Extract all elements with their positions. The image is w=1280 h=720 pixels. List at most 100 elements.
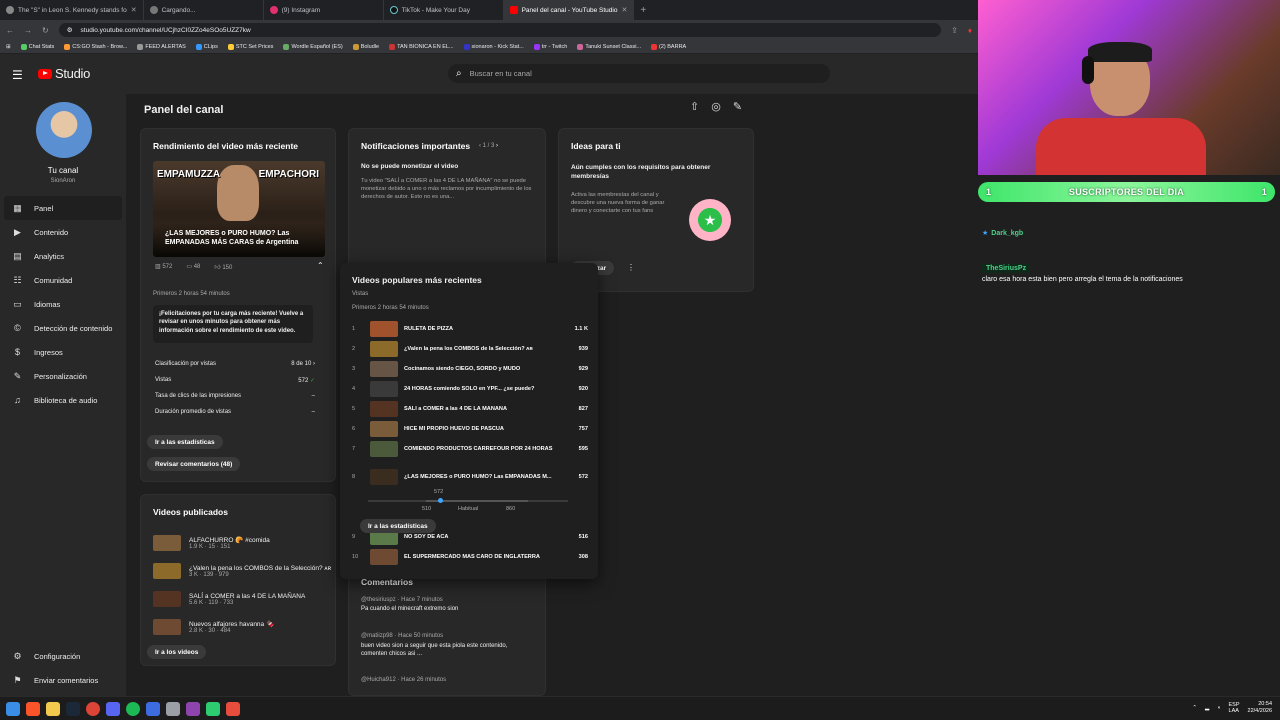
studio-logo[interactable]: Studio (38, 66, 90, 81)
discord-icon[interactable] (106, 701, 120, 716)
menu-icon[interactable]: ☰ (12, 68, 23, 82)
bookmark[interactable]: Boludle (352, 43, 379, 50)
popular-row[interactable]: 3 Cocinamos siendo CIEGO, SORDO y MUDO 929 (352, 359, 588, 379)
chevron-left-icon[interactable]: ‹ (479, 143, 481, 149)
language-indicator[interactable]: ESP LAA (1229, 702, 1240, 715)
go-to-videos-button[interactable]: Ir a los videos (147, 645, 207, 659)
chevron-up-icon[interactable]: ⌃ (317, 261, 324, 270)
bookmark[interactable]: Tanuki Sunset Classi... (577, 43, 641, 50)
volume-icon[interactable]: ◖ (1217, 705, 1220, 711)
close-tab-icon[interactable]: ✕ (621, 6, 627, 14)
sidebar-item-content-detection[interactable]: © Detección de contenido (4, 316, 122, 340)
browser-tab[interactable]: Cargando... (144, 0, 264, 20)
create-post-icon[interactable]: ✎ (733, 100, 742, 113)
bookmark[interactable]: sionaron - Kick Stat... (463, 43, 524, 50)
sidebar-item-audio-library[interactable]: ♫ Biblioteca de audio (4, 388, 122, 412)
windows-start-icon[interactable] (6, 701, 20, 716)
share-icon[interactable]: ⇪ (951, 26, 958, 35)
analytics-icon: ▤ (13, 250, 22, 261)
network-icon[interactable]: ▂ (1205, 705, 1209, 711)
bookmark[interactable]: trr - Twitch (533, 43, 567, 50)
browser-tab[interactable]: TikTok - Make Your Day (384, 0, 504, 20)
popular-row[interactable]: 1 RULETA DE PIZZA 1.1 K (352, 319, 588, 339)
bookmark[interactable]: Wordle Español (ES) (283, 43, 343, 50)
site-info-icon[interactable]: ⚙ (67, 26, 73, 34)
sidebar-item-earn[interactable]: $ Ingresos (4, 340, 122, 364)
published-video-row[interactable]: Nuevos alfajores havanna 🍫 2.8 K · 30 · 4… (153, 619, 274, 635)
app-icon[interactable] (226, 701, 240, 716)
extension-icon[interactable]: ♦ (968, 26, 972, 35)
back-icon[interactable]: ← (6, 26, 14, 35)
app-icon[interactable] (166, 701, 180, 716)
browser-tab[interactable]: The "S" in Leon S. Kennedy stands fo ✕ (0, 0, 144, 20)
sidebar-item-panel[interactable]: ▦ Panel (4, 196, 122, 220)
app-icon[interactable] (206, 701, 220, 716)
published-video-row[interactable]: ¿Valen la pena los COMBOS de la Selecció… (153, 563, 331, 579)
tab-favicon-icon (149, 6, 158, 14)
reload-icon[interactable]: ↻ (42, 26, 49, 35)
apps-icon[interactable]: ⊞ (6, 44, 11, 50)
sidebar-item-community[interactable]: ☷ Comunidad (4, 268, 122, 292)
video-thumbnail (370, 441, 398, 457)
sidebar-item-analytics[interactable]: ▤ Analytics (4, 244, 122, 268)
go-live-icon[interactable]: ◎ (711, 100, 721, 113)
go-to-analytics-button[interactable]: Ir a las estadísticas (147, 435, 223, 449)
spotify-icon[interactable] (126, 701, 140, 716)
subs-count-left: 1 (986, 187, 992, 197)
metric-rank[interactable]: Clasificación por vistas 8 de 10 › (155, 361, 315, 367)
popular-row[interactable]: 2 ¿Valen la pena los COMBOS de la Selecci… (352, 339, 588, 359)
new-tab-icon[interactable]: + (634, 0, 652, 20)
comment-row[interactable]: @thesiriuspz · Hace 7 minutos Pa cuando … (361, 597, 541, 612)
brave-icon[interactable] (26, 701, 40, 716)
check-circle-icon: ✓ (309, 378, 315, 384)
steam-icon[interactable] (66, 701, 80, 716)
channel-avatar[interactable] (36, 102, 92, 158)
latest-video-thumbnail[interactable]: EMPAMUZZA EMPACHORI ¿LAS MEJORES o PURO … (153, 161, 325, 257)
comment-row[interactable]: @matiizp98 · Hace 50 minutos buen video … (361, 633, 511, 659)
ideas-title: Aún cumples con los requisitos para obte… (571, 164, 711, 181)
published-video-row[interactable]: SALÍ a COMER a las 4 DE LA MAÑANA 5.6 K ·… (153, 591, 305, 607)
popular-row[interactable]: 10 EL SUPERMERCADO MAS CARO DE INGLATERRA… (352, 547, 588, 567)
webcam-shirt (1036, 118, 1206, 175)
published-video-row[interactable]: ALFACHURRO 🥐 #comida 1.9 K · 15 · 151 (153, 535, 270, 551)
bookmark[interactable]: Chat Stats (20, 43, 54, 50)
bookmark[interactable]: CS:GO Stash - Brow... (64, 43, 127, 50)
bookmark[interactable]: STC Set Prices (227, 43, 273, 50)
membership-star-icon: ★ (689, 199, 731, 241)
forward-icon[interactable]: → (24, 26, 32, 35)
sidebar-item-customization[interactable]: ✎ Personalización (4, 364, 122, 388)
sidebar-item-content[interactable]: ▶ Contenido (4, 220, 122, 244)
clock[interactable]: 20:54 22/4/2026 (1248, 701, 1272, 715)
chrome-icon[interactable] (86, 701, 100, 716)
address-bar[interactable]: ⚙ studio.youtube.com/channel/UCjhzCI0ZZo4… (58, 23, 942, 37)
popular-analytics-button[interactable]: Ir a las estadísticas (360, 519, 436, 533)
app-icon[interactable] (146, 701, 160, 716)
review-comments-button[interactable]: Revisar comentarios (48) (147, 457, 241, 471)
notifications-heading: Notificaciones importantes (361, 141, 471, 151)
popular-row[interactable]: 4 24 HORAS comiendo SOLO en YPF... ¿se pu… (352, 379, 588, 399)
search-input[interactable]: ⌕ Buscar en tu canal (448, 64, 830, 83)
bookmark[interactable]: CLips (195, 43, 218, 50)
bookmark[interactable]: (2) BARRA (651, 43, 686, 50)
bookmark[interactable]: FEED ALERTAS (137, 43, 186, 50)
chevron-right-icon[interactable]: › (496, 143, 498, 149)
app-icon[interactable] (186, 701, 200, 716)
sidebar-item-languages[interactable]: ▭ Idiomas (4, 292, 122, 316)
bookmark[interactable]: TAN BIONICA EN EL... (389, 43, 454, 50)
file-explorer-icon[interactable] (46, 701, 60, 716)
more-options-icon[interactable]: ⋮ (627, 263, 635, 272)
sidebar-item-settings[interactable]: ⚙ Configuración (4, 644, 122, 668)
popular-row-highlighted[interactable]: 8 ¿LAS MEJORES o PURO HUMO? Las EMPANADAS… (352, 467, 588, 487)
address-bar-row: ← → ↻ ⚙ studio.youtube.com/channel/UCjhzC… (0, 20, 978, 40)
popular-row[interactable]: 5 SALÍ a COMER a las 4 DE LA MAÑANA 827 (352, 399, 588, 419)
sidebar-item-feedback[interactable]: ⚑ Enviar comentarios (4, 668, 122, 692)
comment-row[interactable]: @Huicha912 · Hace 26 minutos (361, 677, 511, 683)
popular-row[interactable]: 7 COMIENDO PRODUCTOS CARREFOUR POR 24 HOR… (352, 439, 588, 459)
chevron-up-icon[interactable]: ⌃ (1192, 705, 1197, 711)
close-tab-icon[interactable]: ✕ (131, 6, 137, 14)
popular-row[interactable]: 6 HICE MI PROPIO HUEVO DE PASCUA 757 (352, 419, 588, 439)
upload-icon[interactable]: ⇧ (690, 100, 699, 113)
browser-tab-active[interactable]: Panel del canal - YouTube Studio ✕ (503, 0, 635, 20)
browser-tab[interactable]: (9) Instagram (264, 0, 384, 20)
languages-icon: ▭ (13, 298, 22, 309)
